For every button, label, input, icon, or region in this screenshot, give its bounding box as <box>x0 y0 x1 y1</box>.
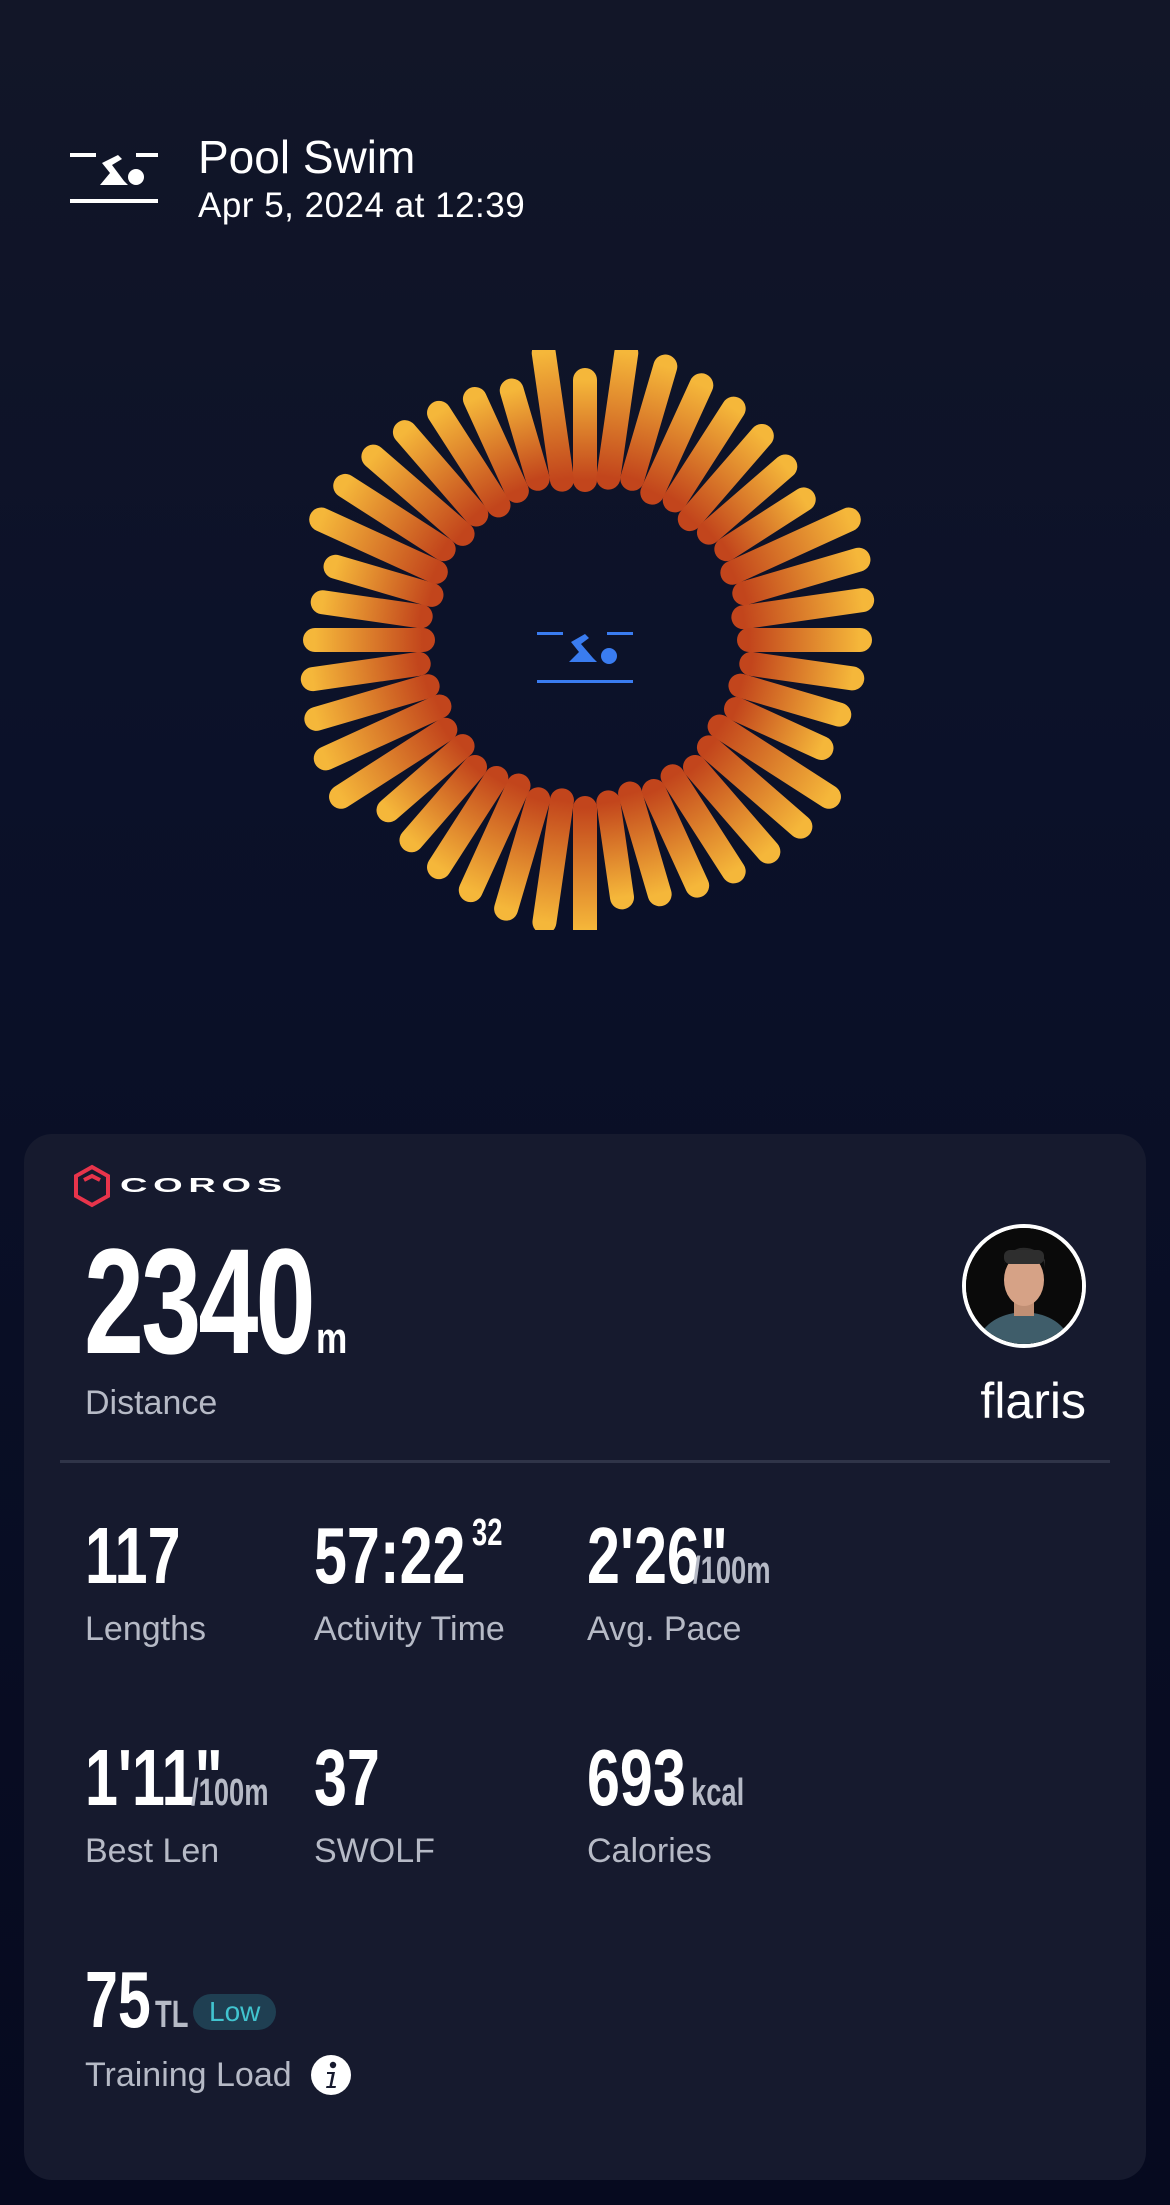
username: flaris <box>980 1373 1086 1429</box>
ring-bar <box>731 588 875 630</box>
brand-logo: COROS <box>72 1164 282 1208</box>
stat-label: Training Load <box>85 2055 292 2094</box>
distance-label: Distance <box>85 1384 218 1422</box>
pool-swim-icon <box>70 153 158 203</box>
avatar-image <box>966 1228 1082 1344</box>
stat-best-len: 1'11" /100m Best Len <box>85 1738 299 1871</box>
stat-calories: 693 kcal Calories <box>587 1738 765 1871</box>
avatar[interactable] <box>962 1224 1086 1348</box>
activity-date: Apr 5, 2024 at 12:39 <box>198 186 526 225</box>
stat-label: Best Len <box>85 1832 220 1870</box>
ring-bar <box>596 340 639 490</box>
distance-value: 2340 <box>84 1217 316 1385</box>
training-load-label-row: Training Load <box>85 2054 352 2096</box>
stat-value: 2'26" <box>587 1511 728 1600</box>
activity-title: Pool Swim <box>198 131 416 183</box>
distance-stat: 2340 m <box>84 1226 355 1376</box>
stat-label: Lengths <box>85 1610 206 1648</box>
pool-swim-icon <box>537 632 633 683</box>
stat-label: SWOLF <box>314 1832 435 1870</box>
ring-bar <box>739 651 865 691</box>
lap-ring-svg <box>300 340 875 942</box>
stat-label: Activity Time <box>314 1610 505 1648</box>
divider <box>60 1460 1110 1463</box>
activity-summary-card: COROS 2340 m Distance flaris 117 Lengths… <box>24 1134 1146 2180</box>
stat-lengths: 117 Lengths <box>85 1516 214 1649</box>
training-load-badge: Low <box>193 1994 277 2030</box>
stat-value: 37 <box>314 1733 380 1822</box>
ring-bar <box>310 590 433 629</box>
stat-unit: /100m <box>191 1772 269 1814</box>
stat-value: 1'11" <box>85 1733 223 1822</box>
stat-unit: /100m <box>693 1550 771 1592</box>
lap-ring-graphic <box>295 340 875 942</box>
stat-label: Avg. Pace <box>587 1610 742 1648</box>
stat-unit: kcal <box>691 1772 745 1814</box>
stat-activity-time: 57:22 32 Activity Time <box>314 1511 514 1649</box>
stat-swolf: 37 SWOLF <box>314 1738 435 1871</box>
stat-superscript: 32 <box>472 1512 503 1554</box>
distance-unit: m <box>316 1314 348 1363</box>
stat-label: Calories <box>587 1832 712 1870</box>
coros-logo-icon <box>74 1164 110 1208</box>
ring-bar <box>531 340 574 492</box>
activity-header: Pool Swim Apr 5, 2024 at 12:39 <box>70 130 525 228</box>
stat-value: 57:22 <box>314 1511 466 1600</box>
stat-unit: TL <box>155 1994 189 2036</box>
brand-name: COROS <box>120 1174 288 1197</box>
ring-bar <box>596 790 635 910</box>
stat-value: 693 <box>587 1733 686 1822</box>
ring-bar <box>300 651 431 692</box>
info-icon[interactable] <box>310 2054 352 2096</box>
ring-bar <box>532 788 574 935</box>
stat-value: 75 <box>85 1955 151 2044</box>
stat-training-load: 75 TL Low Training Load <box>85 1960 352 2096</box>
stat-avg-pace: 2'26" /100m Avg. Pace <box>587 1516 801 1649</box>
stat-value: 117 <box>85 1511 181 1600</box>
